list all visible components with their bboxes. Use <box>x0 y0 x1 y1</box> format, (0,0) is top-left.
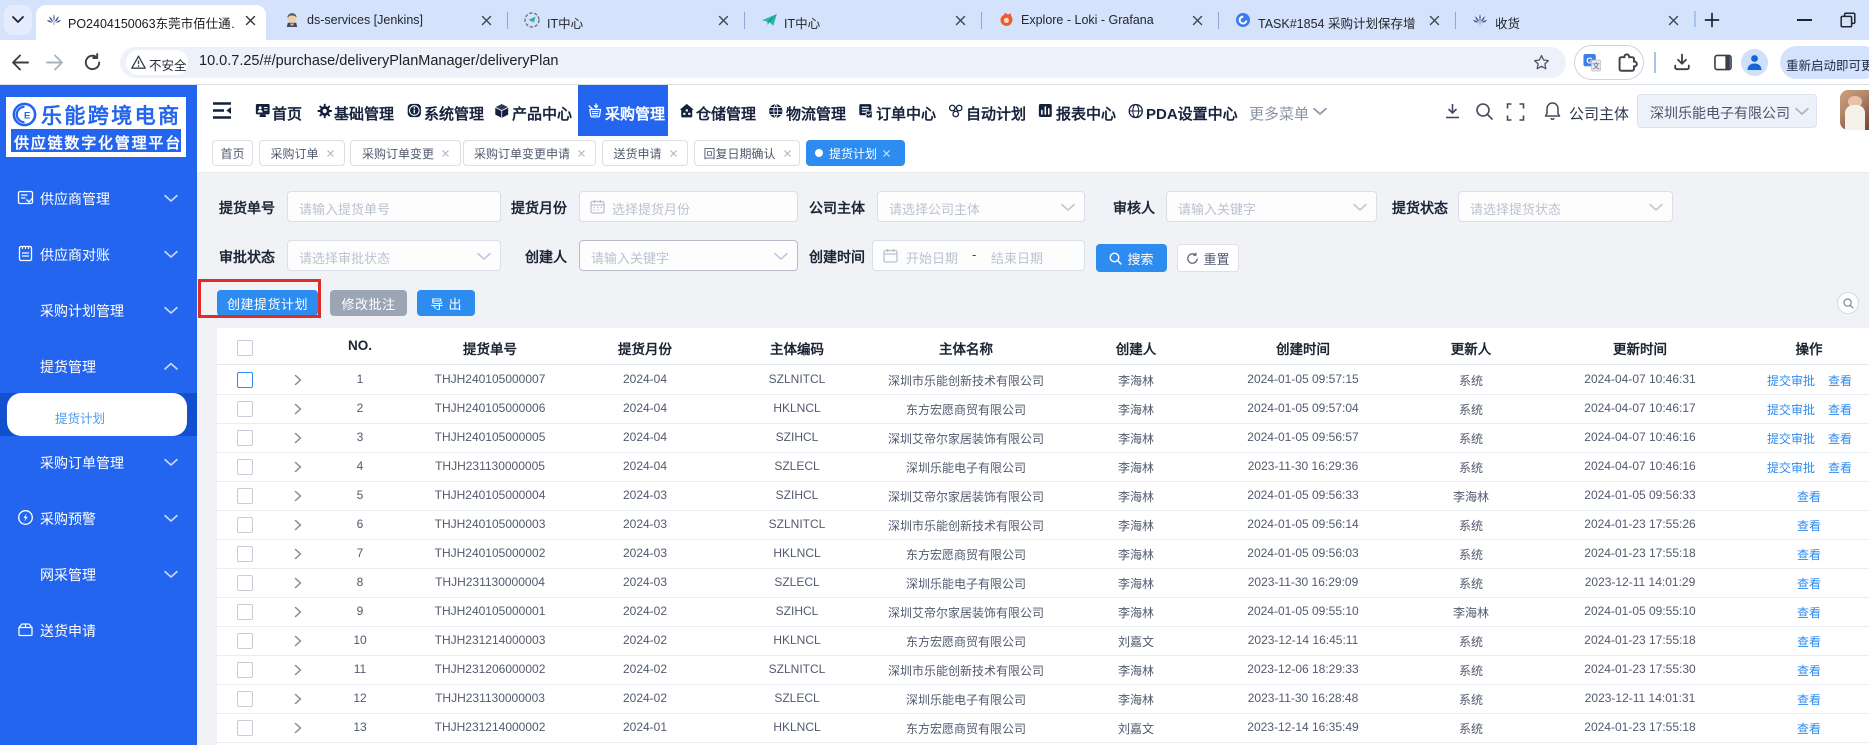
svg-text:E: E <box>24 110 30 121</box>
svg-text:文: 文 <box>1592 60 1600 70</box>
